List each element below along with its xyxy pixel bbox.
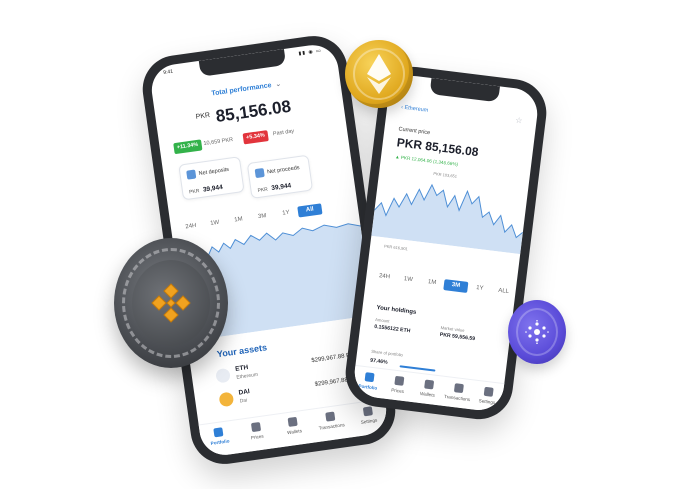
asset-symbol: DAI (238, 388, 251, 397)
asset-symbol: ETH (234, 364, 249, 373)
change-up-amount: 10,659 PKR (203, 136, 234, 148)
ethereum-coin (345, 40, 413, 108)
assets-title: Your assets (216, 342, 268, 360)
change-down-badge: +5.34% (242, 130, 269, 145)
dai-icon (218, 391, 235, 408)
amount-value: 0.1556122 ETH (373, 323, 411, 335)
right-tab-1m[interactable]: 1M (419, 276, 444, 290)
binance-coin (114, 238, 228, 368)
settings-icon (483, 386, 494, 397)
nav-label: Transactions (318, 422, 346, 431)
right-tab-all[interactable]: ALL (491, 285, 516, 299)
net-deposits-currency: PKR (188, 188, 200, 196)
current-price-label: Current price (398, 126, 431, 137)
transactions-icon (325, 411, 336, 422)
nav-item-portfolio[interactable]: Portfolio (352, 371, 385, 398)
nav-item-transactions[interactable]: Transactions (315, 410, 349, 442)
left-tab-3m[interactable]: 3M (250, 210, 275, 224)
back-button[interactable]: ‹ Ethereum (401, 105, 429, 114)
right-bottom-nav: Portfolio Prices Wallets Transactions Settin… (351, 364, 505, 413)
right-tab-3m[interactable]: 3M (443, 279, 469, 293)
net-proceeds-value: 39,944 (270, 182, 292, 193)
price-delta-text: PKR 12,064.06 (1,346.66%) (400, 154, 459, 167)
nav-item-settings[interactable]: Settings (352, 405, 386, 437)
wallets-icon (423, 379, 434, 390)
net-deposits-card[interactable]: Net deposits PKR 39,944 (178, 156, 245, 201)
right-tab-1y[interactable]: 1Y (467, 282, 492, 296)
ethereum-icon (215, 367, 231, 384)
nav-label: Transactions (443, 393, 471, 403)
nav-label: Settings (360, 417, 378, 425)
net-proceeds-currency: PKR (257, 186, 269, 194)
status-icons: ▮▮ ◉ ▭ (298, 47, 323, 57)
binance-logo-icon (151, 283, 191, 323)
nav-label: Portfolio (358, 383, 378, 391)
cardano-dots-icon (525, 320, 549, 344)
net-proceeds-label: Net proceeds (266, 164, 301, 176)
net-deposits-label: Net deposits (198, 166, 230, 178)
left-tab-1w[interactable]: 1W (202, 217, 227, 231)
right-chart-area (371, 184, 523, 255)
performance-title: Total performance (211, 82, 272, 98)
amount-label: Amount (374, 316, 390, 324)
portfolio-icon (364, 372, 375, 383)
back-label: Ethereum (404, 104, 429, 114)
chevron-down-icon: ⌄ (274, 80, 282, 89)
share-label: Share of portfolio (370, 348, 404, 358)
net-deposits-value: 39,944 (202, 183, 224, 194)
left-tab-1m[interactable]: 1M (226, 213, 251, 227)
right-price-chart (371, 183, 524, 255)
asset-name: Ethereum (236, 371, 259, 381)
nav-label: Prices (250, 433, 264, 441)
market-value: PKR 59,556.59 (439, 331, 476, 343)
change-summary: +11.34% 10,659 PKR +5.34% Past day (173, 120, 343, 158)
nav-item-transactions[interactable]: Transactions (441, 382, 474, 409)
price-delta: ▲ PKR 12,064.06 (1,346.66%) (394, 154, 459, 167)
right-screen: ‹ Ethereum ☆ Current price PKR 85,156.08… (351, 73, 541, 413)
nav-item-prices[interactable]: Prices (240, 421, 274, 453)
status-bar: 9:41 ▮▮ ◉ ▭ (163, 48, 323, 80)
nav-label: Wallets (286, 428, 303, 436)
holdings-section: Your holdings Amount 0.1556122 ETH Marke… (370, 305, 504, 372)
nav-item-prices[interactable]: Prices (382, 374, 415, 401)
wallets-icon (288, 416, 299, 427)
nav-item-wallets[interactable]: Wallets (411, 378, 444, 405)
right-tab-24h[interactable]: 24H (372, 270, 397, 284)
phone-right: ‹ Ethereum ☆ Current price PKR 85,156.08… (341, 63, 551, 423)
star-icon[interactable]: ☆ (515, 116, 523, 126)
coins-icon (254, 167, 265, 179)
chart-low-label: PKR 616,901 (383, 243, 409, 252)
nav-label: Prices (390, 387, 405, 394)
left-tab-24h[interactable]: 24H (178, 220, 203, 234)
wallet-icon (186, 169, 197, 180)
prices-icon (393, 375, 404, 386)
ethereum-diamond-icon (367, 54, 391, 94)
settings-icon (362, 406, 373, 417)
price-value: 85,156.08 (214, 96, 293, 126)
nav-label: Settings (478, 398, 496, 406)
nav-label: Portfolio (210, 438, 230, 446)
nav-item-wallets[interactable]: Wallets (278, 415, 312, 447)
nav-label: Wallets (419, 390, 436, 398)
notch (429, 78, 500, 103)
left-tab-1y[interactable]: 1Y (273, 207, 298, 221)
net-proceeds-card[interactable]: Net proceeds PKR 39,944 (246, 154, 314, 199)
asset-name: Dai (239, 397, 248, 405)
change-up-badge: +11.34% (173, 139, 203, 155)
right-timeframe-tabs: 24H 1W 1M 3M 1Y ALL (372, 270, 516, 298)
share-value: 97.46% (369, 357, 388, 366)
portfolio-icon (213, 427, 224, 438)
price-currency: PKR (195, 111, 211, 121)
holdings-title: Your holdings (376, 305, 417, 316)
left-tab-all[interactable]: All (297, 203, 323, 218)
right-tab-1w[interactable]: 1W (396, 273, 421, 287)
nav-item-portfolio[interactable]: Portfolio (203, 426, 237, 458)
status-time: 9:41 (162, 68, 174, 76)
transactions-icon (453, 383, 464, 394)
prices-icon (250, 421, 261, 433)
cardano-coin (508, 300, 566, 364)
change-down-period: Past day (272, 128, 295, 138)
nav-item-settings[interactable]: Settings (471, 385, 504, 412)
